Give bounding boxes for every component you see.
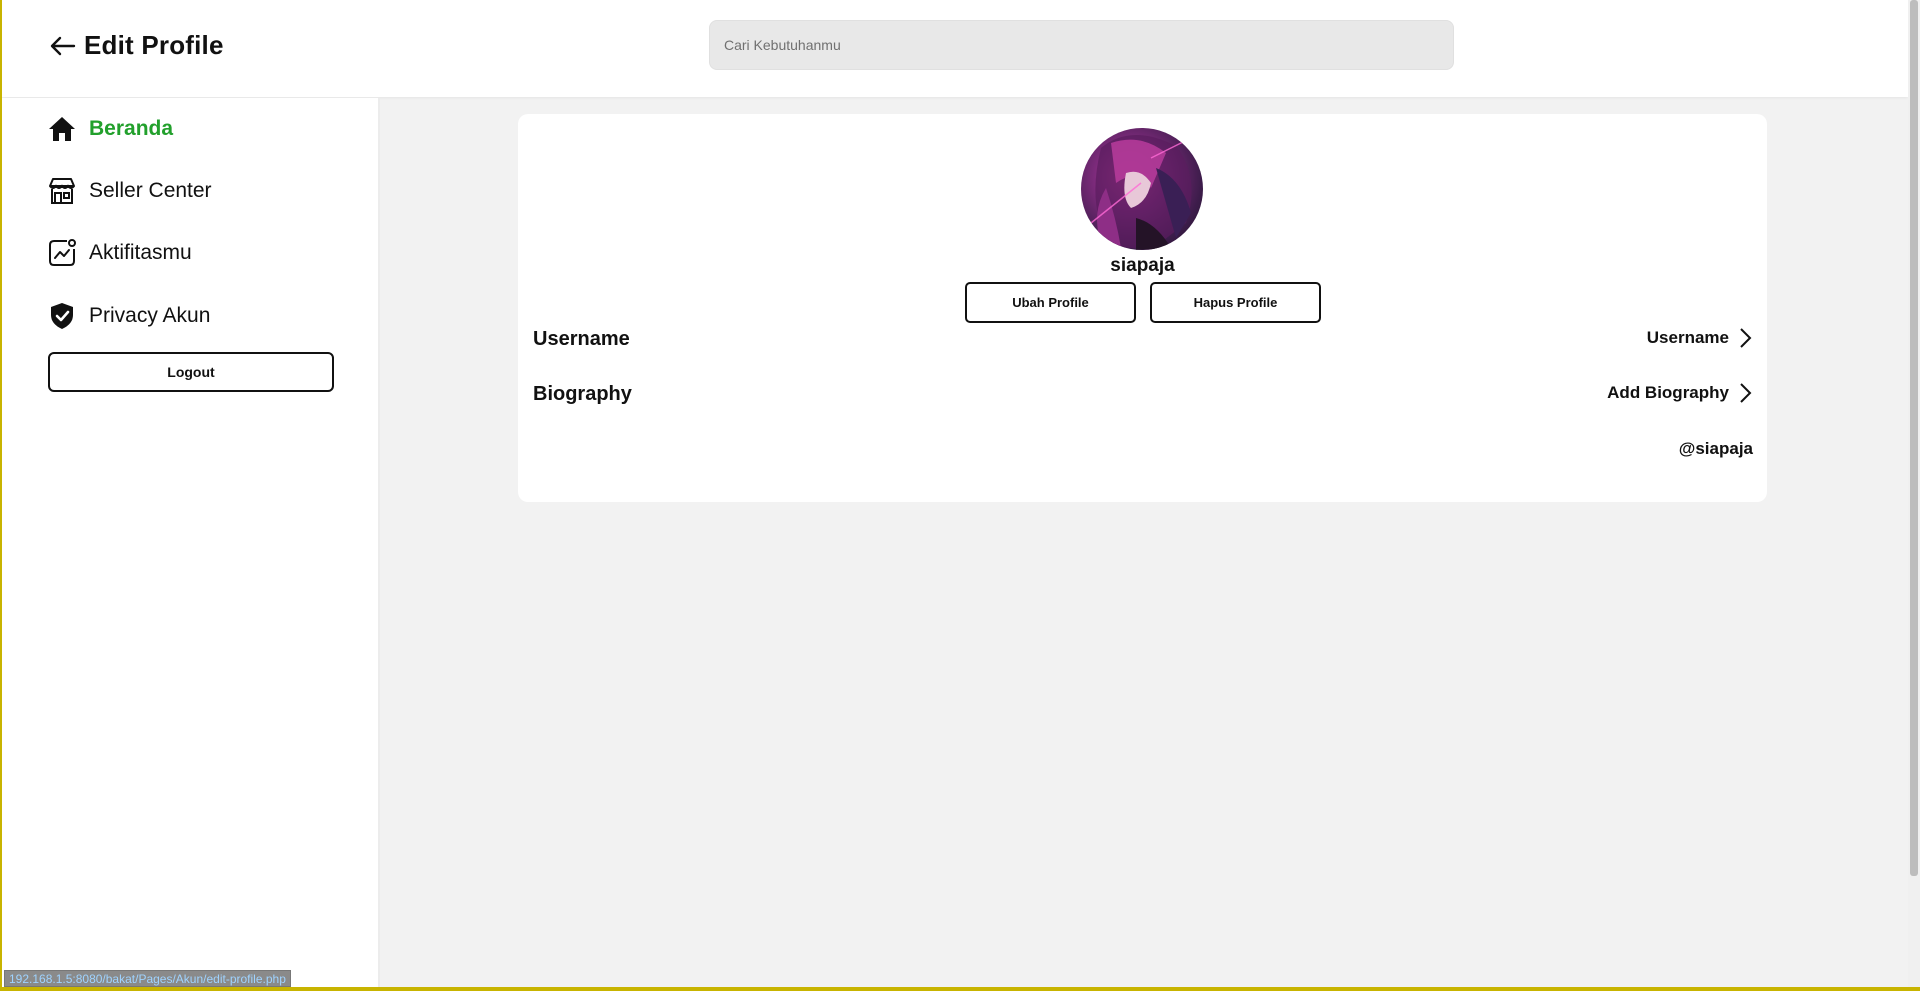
biography-value: Add Biography xyxy=(1607,383,1729,402)
logout-button[interactable]: Logout xyxy=(48,352,334,392)
username-label: Username xyxy=(533,328,630,350)
back-arrow-icon[interactable] xyxy=(48,34,76,58)
sidebar-item-label: Seller Center xyxy=(89,179,212,202)
sidebar-item-label: Privacy Akun xyxy=(89,304,211,327)
scrollbar-thumb[interactable] xyxy=(1910,0,1918,876)
user-handle: @siapaja xyxy=(1678,439,1753,458)
chevron-right-icon xyxy=(1737,327,1753,349)
activity-chart-icon xyxy=(47,238,77,268)
sidebar-item-aktifitasmu[interactable]: Aktifitasmu xyxy=(47,235,192,271)
add-biography-link[interactable]: Add Biography xyxy=(1607,382,1753,404)
sidebar-item-label: Aktifitasmu xyxy=(89,241,192,264)
search-input[interactable] xyxy=(709,20,1454,70)
avatar[interactable] xyxy=(1081,128,1203,250)
profile-card: siapaja Ubah Profile Hapus Profile Usern… xyxy=(518,114,1767,502)
store-icon xyxy=(47,176,77,206)
status-bar-url: 192.168.1.5:8080/bakat/Pages/Akun/edit-p… xyxy=(4,970,291,987)
avatar-image xyxy=(1090,134,1192,250)
page-title: Edit Profile xyxy=(84,30,224,60)
sidebar-item-beranda[interactable]: Beranda xyxy=(47,111,173,147)
username-value-link[interactable]: Username xyxy=(1647,327,1753,349)
profile-name: siapaja xyxy=(1110,255,1175,276)
delete-profile-button[interactable]: Hapus Profile xyxy=(1150,282,1321,323)
sidebar-item-seller-center[interactable]: Seller Center xyxy=(47,173,212,209)
top-header: Edit Profile xyxy=(2,0,1908,97)
shield-check-icon xyxy=(47,301,77,331)
sidebar: Beranda Seller Center Aktifitasmu Privac… xyxy=(2,98,380,987)
home-icon xyxy=(47,114,77,144)
edit-profile-button[interactable]: Ubah Profile xyxy=(965,282,1136,323)
app-window: Edit Profile Beranda Seller Ce xyxy=(2,0,1908,987)
chevron-right-icon xyxy=(1737,382,1753,404)
biography-label: Biography xyxy=(533,383,632,405)
sidebar-item-label: Beranda xyxy=(89,117,174,140)
sidebar-item-privacy-akun[interactable]: Privacy Akun xyxy=(47,298,210,334)
username-value: Username xyxy=(1646,328,1729,347)
